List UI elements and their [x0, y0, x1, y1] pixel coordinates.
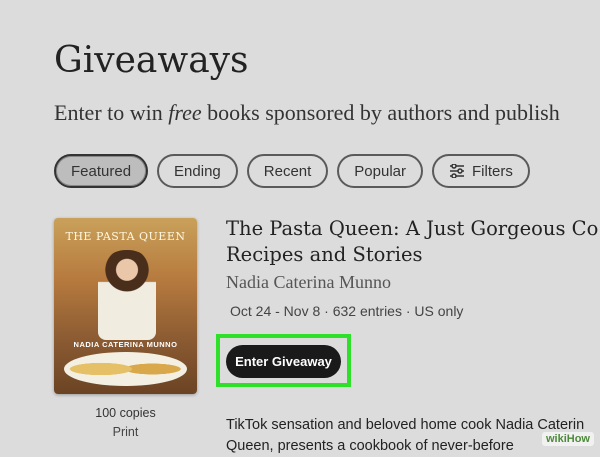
watermark-logo: wikiHow [541, 432, 594, 446]
filters-button[interactable]: Filters [432, 154, 530, 188]
copies-count: 100 copies [95, 406, 156, 420]
book-title-line-1: The Pasta Queen: A Just Gorgeous Co [226, 217, 599, 240]
filter-featured-button[interactable]: Featured [54, 154, 149, 188]
book-description: TikTok sensation and beloved home cook N… [226, 415, 584, 457]
book-format: Print [112, 425, 139, 439]
subtitle-text-end: books sponsored by authors and publish [201, 100, 560, 125]
cover-title: THE PASTA QUEEN [65, 230, 186, 243]
filter-ending-button[interactable]: Ending [157, 154, 238, 188]
sliders-icon [450, 164, 464, 178]
cover-author: NADIA CATERINA MUNNO [73, 340, 178, 349]
description-line-1: TikTok sensation and beloved home cook N… [226, 417, 585, 433]
book-title-line-2: Recipes and Stories [226, 243, 423, 266]
book-cover[interactable]: THE PASTA QUEEN NADIA CATERINA MUNNO [54, 218, 197, 394]
cover-author-photo [98, 250, 156, 340]
book-author-link[interactable]: Nadia Caterina Munno [226, 272, 391, 293]
page-title: Giveaways [54, 40, 249, 81]
page-subtitle: Enter to win free books sponsored by aut… [54, 100, 560, 126]
subtitle-text-start: Enter to win [54, 100, 169, 125]
filters-label: Filters [472, 162, 513, 180]
subtitle-emphasis: free [168, 100, 202, 125]
filter-popular-button[interactable]: Popular [337, 154, 423, 188]
cover-food-image [64, 352, 187, 386]
description-line-2: Queen, presents a cookbook of never-befo… [226, 438, 514, 454]
filter-chips: Featured Ending Recent Popular Filters [54, 154, 530, 188]
book-title-link[interactable]: The Pasta Queen: A Just Gorgeous Co Reci… [226, 216, 598, 268]
giveaway-meta: Oct 24 - Nov 8 · 632 entries · US only [230, 303, 464, 319]
filter-recent-button[interactable]: Recent [246, 154, 329, 188]
enter-giveaway-button[interactable]: Enter Giveaway [226, 345, 341, 378]
